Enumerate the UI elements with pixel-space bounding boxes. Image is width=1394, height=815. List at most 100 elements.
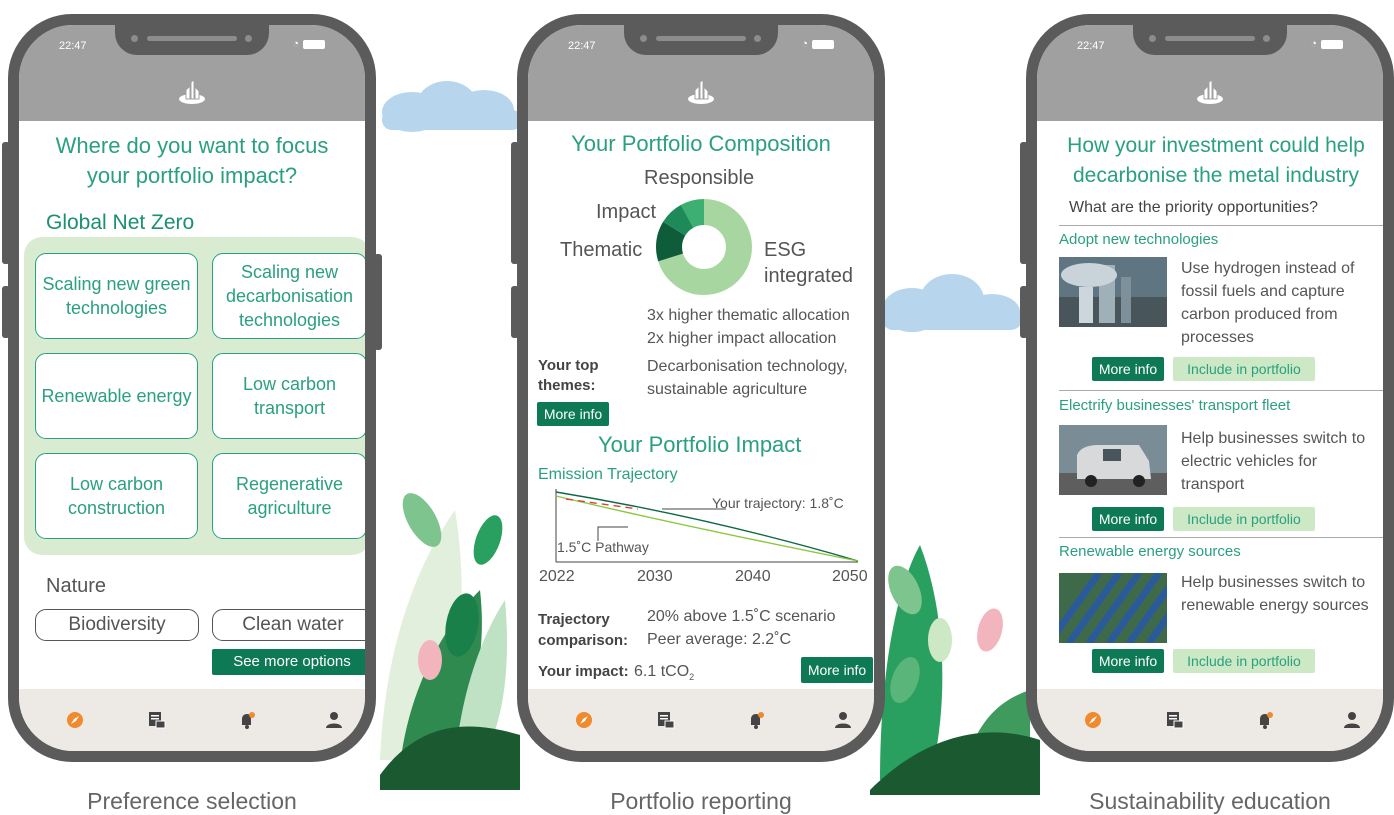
emission-trajectory-label: Emission Trajectory	[538, 466, 678, 483]
impact-subscript: 2	[689, 672, 695, 683]
include-in-portfolio-button[interactable]: Include in portfolio	[1173, 357, 1315, 381]
caption-preference-selection: Preference selection	[87, 788, 297, 814]
hydrogen-plant-photo	[1059, 257, 1167, 327]
profile-icon[interactable]	[325, 711, 343, 729]
bottom-nav	[1037, 689, 1383, 751]
composition-donut-chart	[656, 199, 752, 295]
section-global-net-zero: Global Net Zero	[46, 211, 195, 234]
more-info-button[interactable]: More info	[1092, 507, 1164, 531]
divider	[1059, 537, 1383, 538]
item-text: Use hydrogen instead of fossil fuels and…	[1181, 260, 1355, 346]
option-renewable-energy[interactable]: Renewable energy	[35, 353, 198, 439]
portfolio-icon[interactable]	[657, 711, 675, 729]
more-info-button[interactable]: More info	[537, 402, 609, 426]
side-button	[1020, 286, 1028, 338]
item-text: Help businesses switch to electric vehic…	[1181, 430, 1366, 493]
logo-icon	[179, 79, 205, 104]
year-tick-2040: 2040	[735, 568, 771, 585]
phone-portfolio-reporting: 22:47 ◔ Your Portfolio Composition Respo…	[511, 14, 885, 762]
option-clean-water[interactable]: Clean water	[212, 609, 365, 641]
see-more-options-button[interactable]: See more options	[212, 649, 365, 675]
item-text: Help businesses switch to renewable ener…	[1181, 574, 1369, 614]
year-tick-2050: 2050	[832, 568, 868, 585]
year-tick-2022: 2022	[539, 568, 575, 585]
bottom-nav	[528, 689, 874, 751]
caption-sustainability-education: Sustainability education	[1089, 788, 1331, 814]
item-heading: Renewable energy sources	[1059, 543, 1241, 560]
label-esg-integrated: ESG integrated	[764, 239, 853, 287]
bell-icon[interactable]	[747, 711, 765, 729]
phone-preference-selection: 22:47 ◔ Where do you want to focus your …	[2, 14, 382, 762]
alloc-thematic: 3x higher thematic allocation	[647, 307, 850, 324]
label-responsible: Responsible	[644, 167, 755, 189]
page-title: How your investment could help decarboni…	[1067, 134, 1365, 187]
compass-icon[interactable]	[66, 711, 84, 729]
option-low-carbon-transport[interactable]: Low carbon transport	[212, 353, 365, 439]
impact-amount: 6.1 tCO	[634, 663, 690, 680]
label-thematic: Thematic	[560, 239, 643, 261]
wifi-battery-icon: ◔	[1310, 38, 1343, 50]
page-title: Where do you want to focus your portfoli…	[55, 133, 329, 188]
side-button	[511, 142, 519, 264]
wifi-battery-icon: ◔	[292, 38, 325, 50]
compass-icon[interactable]	[1084, 711, 1102, 729]
impact-more-info-button[interactable]: More info	[801, 657, 873, 683]
side-button	[2, 286, 10, 338]
phone-sustainability-education: 22:47 ◔ How your investment could help d…	[1020, 14, 1394, 762]
impact-title: Your Portfolio Impact	[598, 432, 802, 457]
option-scaling-green-tech[interactable]: Scaling new green technologies	[35, 253, 198, 339]
cloud-left	[382, 81, 522, 132]
option-low-carbon-construction[interactable]: Low carbon construction	[35, 453, 198, 539]
alloc-impact: 2x higher impact allocation	[647, 330, 837, 347]
screen: 22:47 ◔ Your Portfolio Composition Respo…	[528, 25, 874, 751]
more-info-button[interactable]: More info	[1092, 649, 1164, 673]
electric-van-photo	[1059, 425, 1167, 495]
caption-portfolio-reporting: Portfolio reporting	[610, 788, 792, 814]
option-biodiversity[interactable]: Biodiversity	[35, 609, 199, 641]
screen: 22:47 ◔ Where do you want to focus your …	[19, 25, 365, 751]
profile-icon[interactable]	[1343, 711, 1361, 729]
include-in-portfolio-button[interactable]: Include in portfolio	[1173, 649, 1315, 673]
wifi-battery-icon: ◔	[801, 38, 834, 50]
side-button	[374, 254, 382, 350]
foliage-right	[870, 545, 1040, 795]
your-impact-value: 6.1 tCO2	[634, 663, 694, 682]
divider	[1059, 390, 1383, 391]
side-button	[1020, 142, 1028, 264]
top-themes-label: Your top themes:	[538, 357, 599, 394]
divider	[1059, 225, 1383, 226]
your-impact-label: Your impact:	[538, 663, 629, 680]
status-time: 22:47	[1077, 40, 1105, 52]
your-trajectory-label: Your trajectory: 1.8˚C	[712, 495, 844, 511]
top-themes-value: Decarbonisation technology, sustainable …	[647, 358, 848, 398]
bottom-nav	[19, 689, 365, 751]
more-info-button[interactable]: More info	[1092, 357, 1164, 381]
section-nature: Nature	[46, 575, 107, 597]
compass-icon[interactable]	[575, 711, 593, 729]
include-in-portfolio-button[interactable]: Include in portfolio	[1173, 507, 1315, 531]
option-scaling-decarbonisation-tech[interactable]: Scaling new decarbonisation technologies	[212, 253, 365, 339]
portfolio-icon[interactable]	[1166, 711, 1184, 729]
logo-icon	[688, 79, 714, 104]
pathway-label: 1.5˚C Pathway	[557, 539, 649, 555]
comparison-scenario: 20% above 1.5˚C scenario	[647, 608, 836, 625]
bell-icon[interactable]	[1256, 711, 1274, 729]
bell-icon[interactable]	[238, 711, 256, 729]
comparison-label: Trajectory comparison:	[538, 611, 629, 649]
question-heading: What are the priority opportunities?	[1069, 199, 1319, 216]
notch	[624, 25, 778, 55]
cloud-right	[882, 274, 1022, 332]
top-bar: 22:47 ◔	[1037, 25, 1383, 121]
label-impact: Impact	[596, 201, 657, 223]
portfolio-icon[interactable]	[148, 711, 166, 729]
screen: 22:47 ◔ How your investment could help d…	[1037, 25, 1383, 751]
side-button	[511, 286, 519, 338]
comparison-peer: Peer average: 2.2˚C	[647, 631, 792, 648]
top-bar: 22:47 ◔	[528, 25, 874, 121]
side-button	[2, 142, 10, 264]
composition-title: Your Portfolio Composition	[571, 131, 831, 156]
option-regenerative-agriculture[interactable]: Regenerative agriculture	[212, 453, 365, 539]
notch	[1133, 25, 1287, 55]
top-bar: 22:47 ◔	[19, 25, 365, 121]
profile-icon[interactable]	[834, 711, 852, 729]
